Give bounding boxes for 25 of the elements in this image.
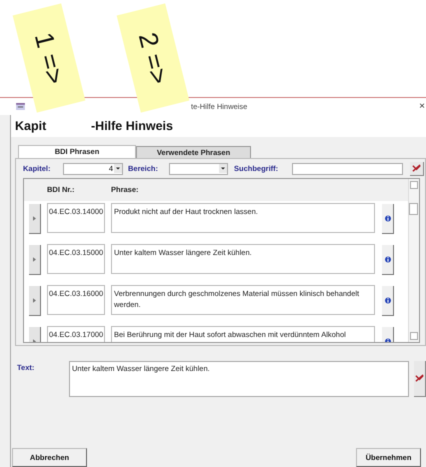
clear-text-button[interactable] xyxy=(414,361,426,397)
sticky-note: 2 => xyxy=(116,3,190,113)
record-selector-button[interactable] xyxy=(29,204,41,234)
search-field[interactable] xyxy=(292,162,403,174)
clear-search-button[interactable] xyxy=(410,162,424,176)
info-button[interactable] xyxy=(382,286,394,316)
info-button[interactable] xyxy=(382,245,394,275)
clear-filter-icon xyxy=(412,164,421,172)
form-heading: -Hilfe Hinweis xyxy=(91,118,173,135)
info-icon xyxy=(384,256,390,263)
info-icon xyxy=(384,215,390,222)
scrollbar[interactable] xyxy=(408,179,419,342)
play-icon xyxy=(33,257,36,262)
form-heading: Kapit xyxy=(15,118,46,135)
record-selector-button[interactable] xyxy=(29,245,41,275)
info-button[interactable] xyxy=(382,204,394,234)
info-icon xyxy=(384,297,390,304)
record-selector-button[interactable] xyxy=(29,286,41,316)
bereich-dropdown[interactable] xyxy=(169,162,228,174)
form-icon xyxy=(16,103,25,110)
play-icon xyxy=(33,216,36,221)
sticky-note: 1 => xyxy=(12,3,86,113)
close-button[interactable]: × xyxy=(419,99,425,114)
clear-filter-icon xyxy=(415,374,424,383)
play-icon xyxy=(33,298,36,303)
